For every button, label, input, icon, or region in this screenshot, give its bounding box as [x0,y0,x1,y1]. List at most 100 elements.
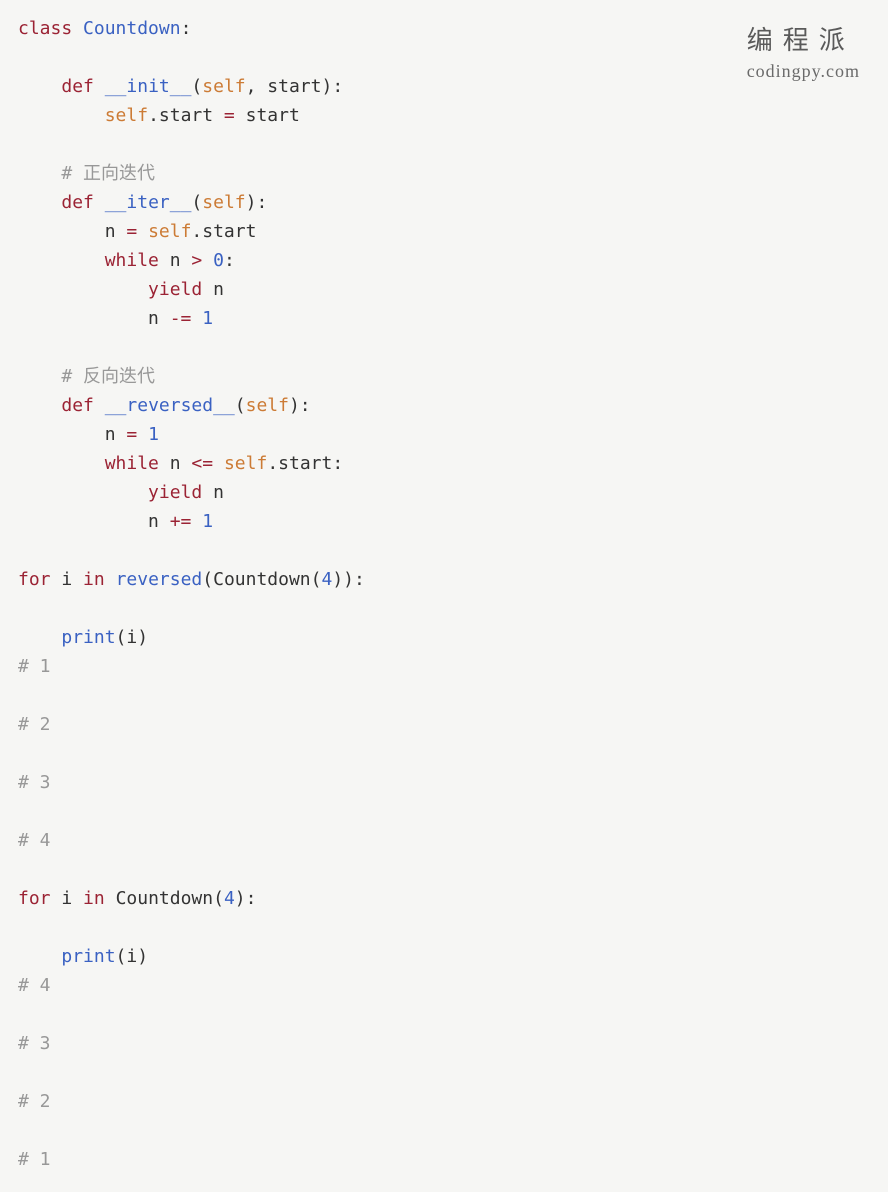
code-line [18,1058,870,1087]
code-line: for i in reversed(Countdown(4)): [18,565,870,594]
code-token: ): [235,888,257,909]
code-token: 1 [202,308,213,329]
code-token: # 4 [18,975,51,996]
code-token: > [191,250,202,271]
code-line: class Countdown: [18,14,870,43]
code-line: print(i) [18,942,870,971]
code-token: __reversed__ [105,395,235,416]
code-line: yield n [18,478,870,507]
code-token: in [83,569,116,590]
code-token: = [224,105,235,126]
code-token: : [181,18,192,39]
code-token [213,453,224,474]
code-line: n = 1 [18,420,870,449]
code-line [18,1116,870,1145]
code-token: .start [191,221,256,242]
code-token: self [148,221,191,242]
code-line: def __iter__(self): [18,188,870,217]
code-line: for i in Countdown(4): [18,884,870,913]
code-token: n [18,424,126,445]
code-token: ( [191,192,202,213]
code-token: # 3 [18,772,51,793]
code-token [18,627,61,648]
code-token: def [61,76,104,97]
code-token: += [170,511,192,532]
code-token: def [61,395,104,416]
watermark: 编程派 codingpy.com [747,20,860,82]
code-token: yield [148,482,213,503]
code-line: n += 1 [18,507,870,536]
code-token: while [105,250,170,271]
code-token [18,453,105,474]
code-line: # 4 [18,826,870,855]
code-line: n -= 1 [18,304,870,333]
code-line: while n <= self.start: [18,449,870,478]
code-token: Countdown [83,18,181,39]
code-token: for [18,888,61,909]
code-token: self [105,105,148,126]
code-token [18,250,105,271]
code-token: (Countdown( [202,569,321,590]
code-token: ( [235,395,246,416]
code-token [18,192,61,213]
code-line: # 反向迭代 [18,362,870,391]
code-line [18,797,870,826]
code-token: ): [246,192,268,213]
code-token: self [202,192,245,213]
code-line [18,681,870,710]
code-token [191,511,202,532]
code-token [18,105,105,126]
watermark-en: codingpy.com [747,61,860,82]
code-token: 4 [321,569,332,590]
code-token: print [61,946,115,967]
code-line: print(i) [18,623,870,652]
code-token: in [83,888,116,909]
code-token: yield [148,279,213,300]
code-line: yield n [18,275,870,304]
code-token: 0 [213,250,224,271]
code-token: # 4 [18,830,51,851]
code-line: # 2 [18,710,870,739]
code-token: 4 [224,888,235,909]
code-token: # 1 [18,656,51,677]
code-token: n [170,453,192,474]
code-token: Countdown( [116,888,224,909]
code-line: def __init__(self, start): [18,72,870,101]
code-token: )): [332,569,365,590]
code-token: # 反向迭代 [61,366,155,387]
code-token: ): [289,395,311,416]
code-token: self [224,453,267,474]
code-token: i [61,888,83,909]
code-line: # 3 [18,1029,870,1058]
code-line: # 4 [18,971,870,1000]
code-token: self [246,395,289,416]
code-token: # 2 [18,1091,51,1112]
code-token: print [61,627,115,648]
code-token: .start: [267,453,343,474]
code-token: self [202,76,245,97]
code-token: 1 [148,424,159,445]
watermark-cn: 编程派 [747,20,860,57]
code-token: class [18,18,83,39]
code-block: class Countdown: def __init__(self, star… [0,0,888,1188]
code-token: -= [170,308,192,329]
code-token: .start [148,105,224,126]
code-token: : [224,250,235,271]
code-token [18,482,148,503]
code-token: 1 [202,511,213,532]
code-token: # 3 [18,1033,51,1054]
code-token: n [18,308,170,329]
code-token: n [18,221,126,242]
code-line [18,855,870,884]
code-token: n [18,511,170,532]
code-token: = [126,221,137,242]
code-token: n [213,482,224,503]
code-token: ( [191,76,202,97]
code-token: start [235,105,300,126]
code-token: # 1 [18,1149,51,1170]
code-token [137,221,148,242]
code-token: __init__ [105,76,192,97]
code-token: while [105,453,170,474]
code-token: # 2 [18,714,51,735]
code-token [137,424,148,445]
